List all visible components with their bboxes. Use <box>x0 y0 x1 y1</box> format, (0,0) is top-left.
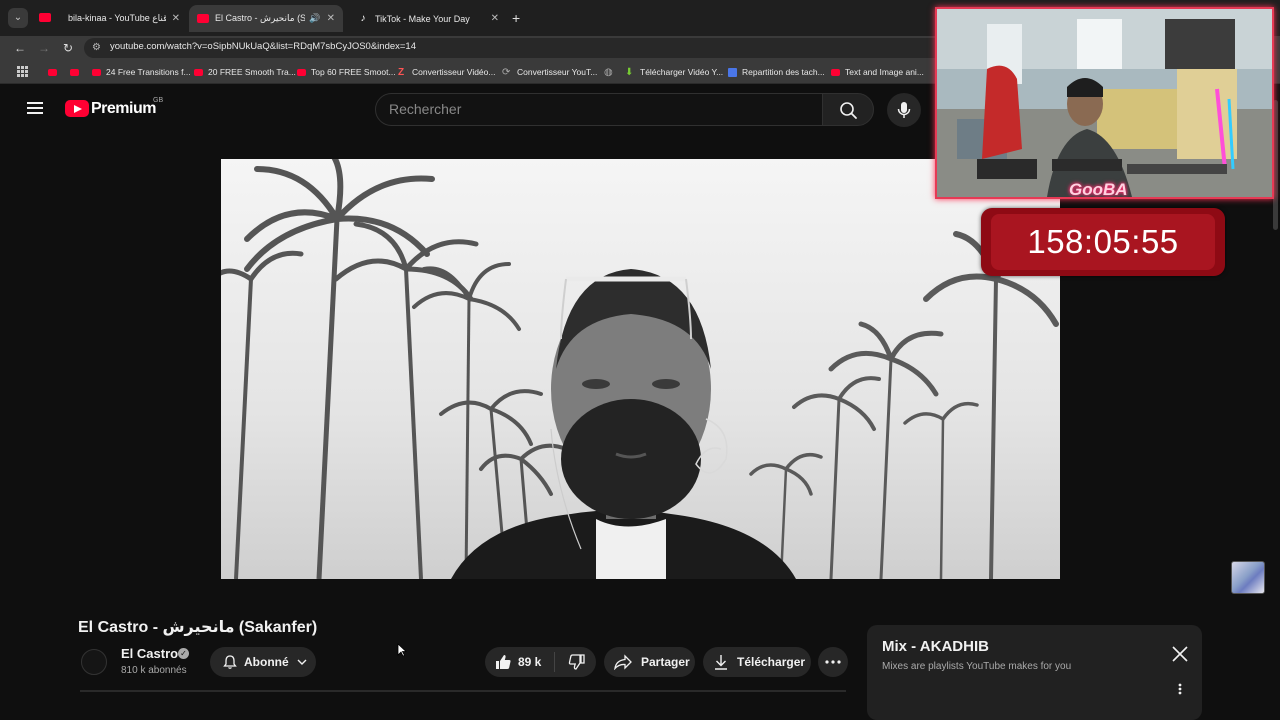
more-actions-button[interactable] <box>818 647 848 677</box>
tab-bila-kinaa[interactable]: bila-kinaa - YouTube بلا قناع ✕ <box>60 5 188 32</box>
bookmark-label: Convertisseur YouT... <box>517 67 598 77</box>
reload-icon[interactable]: ↻ <box>60 40 76 56</box>
bookmark-item[interactable]: Top 60 FREE Smoot... <box>297 66 396 78</box>
like-count: 89 k <box>518 655 542 669</box>
logo-text[interactable]: Premium <box>91 100 156 118</box>
z-logo-icon: Z <box>398 66 405 78</box>
floating-avatar[interactable] <box>1231 561 1265 594</box>
bookmark-youtube-2[interactable] <box>70 66 84 78</box>
youtube-logo-icon[interactable] <box>65 100 89 117</box>
new-tab-button[interactable]: + <box>512 10 520 26</box>
youtube-favicon-icon <box>39 13 51 22</box>
youtube-favicon-icon <box>831 68 840 76</box>
youtube-favicon-icon <box>194 68 203 76</box>
channel-avatar[interactable] <box>81 649 107 675</box>
region-code: GB <box>153 97 164 104</box>
converter-icon: ⟳ <box>502 66 511 78</box>
bookmark-label: Télécharger Vidéo Y... <box>640 67 724 77</box>
share-arrow-icon <box>614 654 632 670</box>
pinned-youtube-tab[interactable] <box>37 10 53 26</box>
bookmark-label: Repartition des tach... <box>742 67 825 77</box>
divider <box>80 690 846 692</box>
bookmark-label: 20 FREE Smooth Tra... <box>208 67 296 77</box>
like-divider <box>554 652 556 672</box>
bookmark-label: Convertisseur Vidéo... <box>412 67 496 77</box>
globe-icon: ◍ <box>604 66 613 78</box>
bookmark-item[interactable]: ⬇ Télécharger Vidéo Y... <box>625 66 723 78</box>
video-player[interactable] <box>221 159 1060 579</box>
tab-el-castro[interactable]: El Castro - مانحيرش (Sakanfer) 🔊 ✕ <box>189 5 343 32</box>
verified-icon: ✓ <box>178 648 189 659</box>
microphone-icon <box>897 102 911 118</box>
tiktok-icon: ♪ <box>360 12 366 24</box>
address-bar-url[interactable]: youtube.com/watch?v=oSipbNUkUaQ&list=RDq… <box>110 41 416 52</box>
bookmark-item[interactable]: Z Convertisseur Vidéo... <box>398 66 495 78</box>
search-button[interactable] <box>822 93 874 126</box>
menu-icon[interactable] <box>27 102 43 114</box>
bookmark-label: 24 Free Transitions f... <box>106 67 191 77</box>
youtube-favicon-icon <box>197 14 209 23</box>
youtube-favicon-icon <box>92 68 101 76</box>
subscribe-label: Abonné <box>244 655 289 669</box>
share-label: Partager <box>641 655 690 669</box>
mix-subtitle: Mixes are playlists YouTube makes for yo… <box>882 661 1072 672</box>
chevron-down-icon <box>296 656 308 668</box>
webcam-overlay <box>935 7 1274 199</box>
close-icon[interactable] <box>1171 645 1189 668</box>
back-arrow-icon[interactable]: ← <box>12 40 28 56</box>
tab-close-icon[interactable]: ✕ <box>327 13 335 24</box>
tab-close-icon[interactable]: ✕ <box>172 13 180 24</box>
like-dislike-group: 89 k <box>485 647 596 677</box>
stream-timer: 158:05:55 <box>1027 223 1179 260</box>
like-button[interactable]: 89 k <box>494 653 541 671</box>
youtube-favicon-icon <box>297 68 306 76</box>
tab-close-icon[interactable]: ✕ <box>491 13 499 24</box>
tab-label: El Castro - مانحيرش (Sakanfer) <box>215 13 306 23</box>
bookmark-label: Top 60 FREE Smoot... <box>311 67 396 77</box>
download-label: Télécharger <box>737 655 806 669</box>
thumbs-up-icon <box>496 655 511 669</box>
mix-title[interactable]: Mix - AKADHIB <box>882 638 989 655</box>
share-button[interactable]: Partager <box>604 647 695 677</box>
dislike-button[interactable] <box>568 653 586 671</box>
youtube-favicon-icon <box>70 68 79 76</box>
more-vertical-icon[interactable] <box>1177 682 1183 700</box>
forward-arrow-icon[interactable]: → <box>36 40 52 56</box>
mouse-cursor-icon <box>397 643 408 662</box>
youtube-favicon-icon <box>48 68 57 76</box>
apps-grid-icon[interactable] <box>17 66 28 77</box>
tab-tiktok[interactable]: ♪ TikTok - Make Your Day ✕ <box>349 5 507 32</box>
channel-name[interactable]: El Castro <box>121 646 178 661</box>
download-button[interactable]: Télécharger <box>703 647 811 677</box>
bookmark-item[interactable]: Text and Image ani... <box>831 66 924 78</box>
bookmark-item[interactable]: 24 Free Transitions f... <box>92 66 191 78</box>
download-icon <box>714 654 728 670</box>
search-icon <box>840 102 857 119</box>
bookmark-label: Text and Image ani... <box>845 67 924 77</box>
site-info-icon[interactable]: ⚙ <box>92 42 101 53</box>
download-arrow-icon: ⬇ <box>625 66 634 78</box>
docs-icon <box>728 67 737 77</box>
tab-search-button[interactable]: ⌄ <box>8 8 28 28</box>
subscriber-count: 810 k abonnés <box>121 665 187 676</box>
bookmark-youtube-1[interactable] <box>48 66 62 78</box>
video-title: El Castro - مانحيرش (Sakanfer) <box>78 619 318 636</box>
tab-label: bila-kinaa - YouTube بلا قناع <box>68 13 166 23</box>
bookmark-item[interactable]: Repartition des tach... <box>728 66 825 78</box>
bookmark-item[interactable]: ⟳ Convertisseur YouT... <box>502 66 597 78</box>
bell-icon <box>222 654 238 670</box>
video-frame <box>221 159 1060 579</box>
bookmark-globe[interactable]: ◍ <box>604 66 619 78</box>
more-horizontal-icon <box>825 660 841 664</box>
search-placeholder: Rechercher <box>389 101 462 117</box>
tab-label: TikTok - Make Your Day <box>375 13 470 24</box>
thumbs-down-icon <box>569 654 586 670</box>
webcam-feed <box>937 9 1272 197</box>
bookmark-item[interactable]: 20 FREE Smooth Tra... <box>194 66 296 78</box>
subscribed-button[interactable]: Abonné <box>210 647 316 677</box>
speaker-icon[interactable]: 🔊 <box>309 13 320 24</box>
streamer-tag: GooBA <box>1069 180 1128 199</box>
voice-search-button[interactable] <box>887 93 921 127</box>
